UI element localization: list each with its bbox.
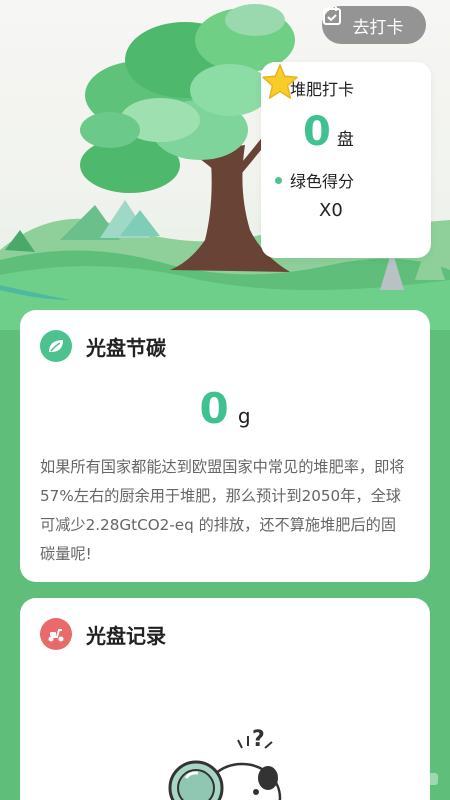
hero-banner: 去打卡 堆肥打卡 0 盘 绿色得分 X0 <box>0 0 450 330</box>
compost-unit: 盘 <box>336 130 354 150</box>
record-card-title: 光盘记录 <box>86 623 166 648</box>
carbon-value-row: 0 g <box>20 384 430 433</box>
compost-value-row: 0 盘 <box>303 112 417 152</box>
plate-record-card: 光盘记录 ? <box>20 598 430 800</box>
bullet-dot <box>275 176 282 184</box>
watermark-logo: pc6 <box>369 768 442 794</box>
carbon-card-title: 光盘节碳 <box>86 335 166 360</box>
carbon-leaf-icon <box>40 330 72 362</box>
green-score-label: 绿色得分 <box>290 172 355 191</box>
carbon-saved-value: 0 <box>199 384 229 433</box>
record-card-header: 光盘记录 <box>20 598 430 650</box>
compost-checkin-label: 堆肥打卡 <box>290 80 355 99</box>
stats-card: 堆肥打卡 0 盘 绿色得分 X0 <box>261 62 431 258</box>
carbon-saving-card: 光盘节碳 0 g 如果所有国家都能达到欧盟国家中常见的堆肥率，即将57%左右的厨… <box>20 310 430 582</box>
carbon-description: 如果所有国家都能达到欧盟国家中常见的堆肥率，即将57%左右的厨余用于堆肥，那么预… <box>40 458 405 563</box>
checkin-button[interactable]: 去打卡 <box>322 6 426 44</box>
green-score-row: X0 <box>262 64 417 221</box>
checkin-button-label: 去打卡 <box>352 17 404 38</box>
green-score-value: X0 <box>319 200 343 221</box>
carbon-saved-unit: g <box>237 404 251 428</box>
svg-text:pc6: pc6 <box>370 770 401 790</box>
compost-count: 0 <box>303 109 331 155</box>
carbon-card-header: 光盘节碳 <box>20 310 430 362</box>
svg-text:?: ? <box>252 727 265 752</box>
green-score-label-row: 绿色得分 <box>275 168 417 192</box>
scooter-icon <box>40 618 72 650</box>
empty-state-mascot-illustration: ? <box>160 726 290 800</box>
